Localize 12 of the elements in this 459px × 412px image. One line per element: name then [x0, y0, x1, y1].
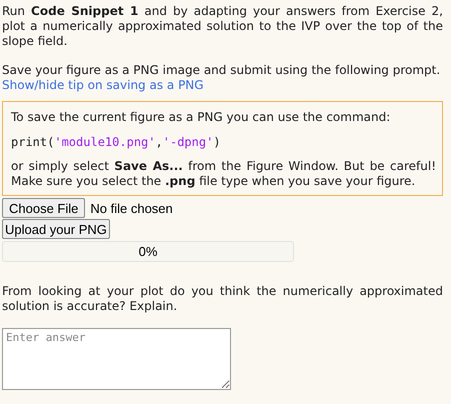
progress-reading: 0%: [138, 244, 158, 259]
tip-text: To save the current figure as a PNG you can use the command:: [11, 110, 392, 125]
answer-field[interactable]: Enter answer: [2, 328, 231, 390]
upload-button[interactable]: Upload your PNG: [2, 219, 110, 239]
choose-file-button[interactable]: Choose File: [2, 198, 86, 218]
question-text: From looking at your plot do you think the numerically approximated solution is accurate? Explain.: [2, 284, 443, 314]
instruction-text: Run Code Snippet 1 and by adapting your answers from Exercise 2, plot a numerically approximated solution to the IVP over the top of the slope field.: [2, 4, 443, 49]
file-status-text: No file chosen: [90, 200, 173, 216]
tip-note-text: or simply select Save As... from the Figure Window. But be careful! Make sure you select the .png file type when you save your figure.: [11, 159, 436, 189]
tip-toggle-link[interactable]: Show/hide tip on saving as a PNG: [2, 78, 204, 93]
save-prompt-text: Save your figure as a PNG image and submit using the following prompt.: [2, 63, 442, 78]
code-command: print('module10.png','-dpng'): [11, 135, 221, 150]
